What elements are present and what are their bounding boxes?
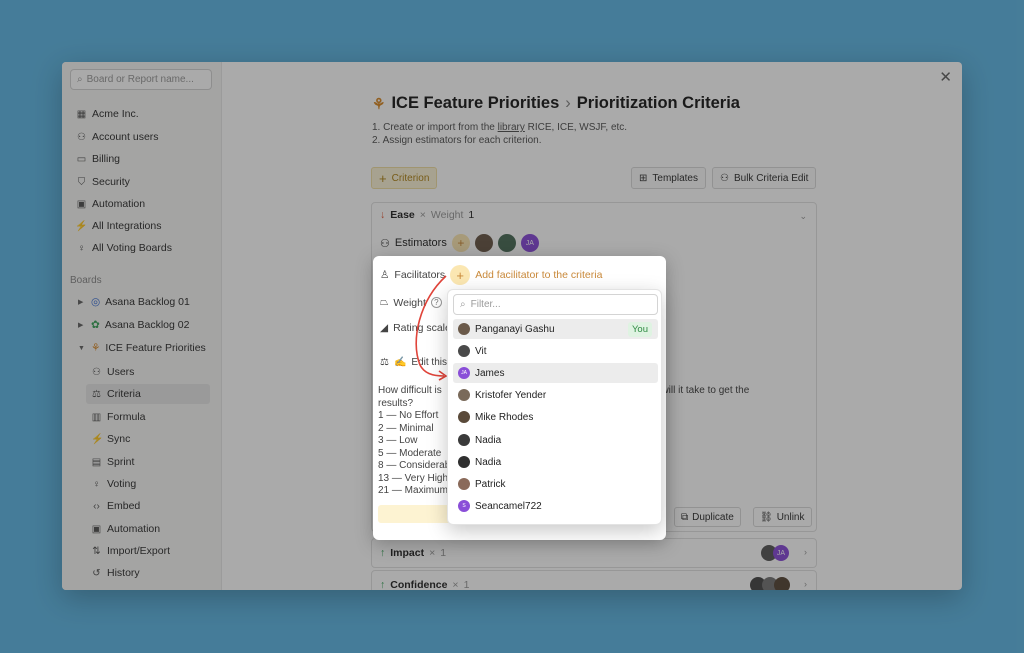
avatar: S xyxy=(458,500,470,512)
save-description-button[interactable] xyxy=(378,505,453,523)
you-badge: You xyxy=(627,321,652,337)
avatar xyxy=(458,389,470,401)
bar-chart-icon: ◢ xyxy=(380,322,389,334)
facilitator-picker-dropdown: ⌕ Filter... Panganayi Gashu You Vit JA J… xyxy=(447,289,662,525)
avatar xyxy=(458,323,470,335)
list-item[interactable]: Nadia xyxy=(453,430,658,450)
avatar: JA xyxy=(458,367,470,379)
avatar xyxy=(458,478,470,490)
avatar xyxy=(458,411,470,423)
list-item[interactable]: JA James xyxy=(453,363,658,383)
filter-input[interactable]: ⌕ Filter... xyxy=(453,294,658,315)
facilitator-icon: ♙ xyxy=(380,269,390,281)
search-icon: ⌕ xyxy=(460,299,466,310)
list-item[interactable]: Vit xyxy=(453,341,658,361)
weight-icon: ⏢ xyxy=(380,296,389,308)
writing-hand-icon: ✍ xyxy=(393,357,407,368)
scale-icon: ⚖ xyxy=(380,357,389,368)
description-preview: How difficult is results? 1 — No Effort … xyxy=(378,385,451,496)
list-item[interactable]: Patrick xyxy=(453,474,658,494)
list-item[interactable]: Mike Rhodes xyxy=(453,407,658,427)
avatar xyxy=(458,456,470,468)
list-item[interactable]: Panganayi Gashu You xyxy=(453,319,658,339)
avatar xyxy=(458,345,470,357)
list-item[interactable]: Kristofer Yender xyxy=(453,385,658,405)
avatar xyxy=(458,434,470,446)
list-item[interactable]: Nadia xyxy=(453,452,658,472)
list-item[interactable]: S Seancamel722 xyxy=(453,496,658,516)
add-facilitator-link[interactable]: Add facilitator to the criteria xyxy=(475,269,602,281)
